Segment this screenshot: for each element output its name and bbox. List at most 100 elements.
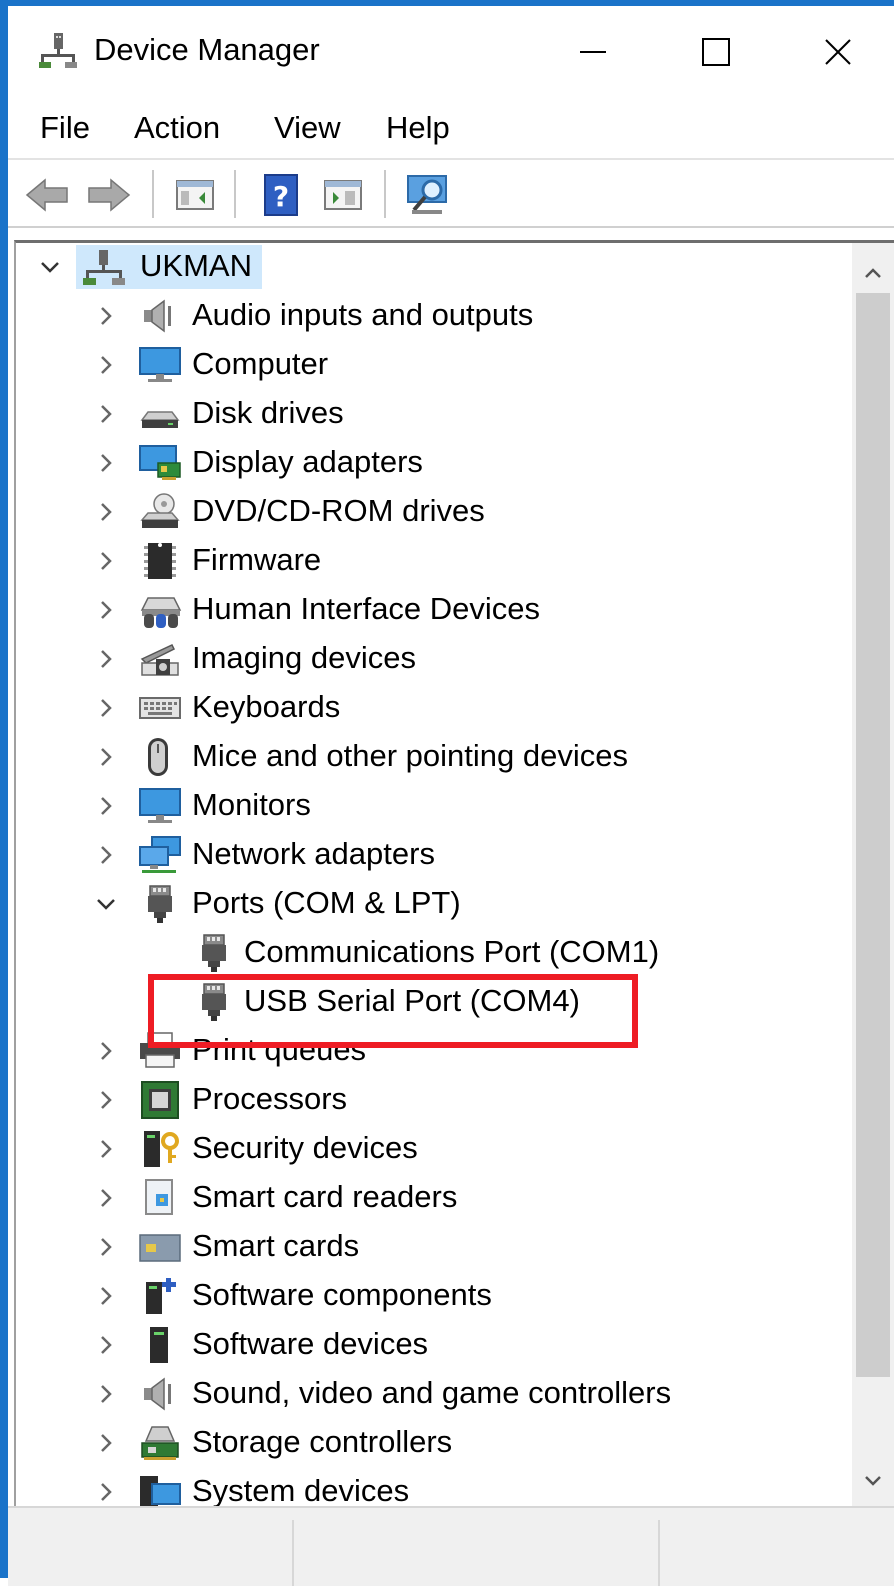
update-driver-icon: [324, 180, 362, 210]
chevron-right-icon[interactable]: [92, 400, 120, 428]
tree-root-ukman[interactable]: UKMAN: [16, 243, 852, 291]
chevron-down-icon: [865, 1476, 881, 1486]
minimize-button[interactable]: [553, 24, 633, 80]
forward-button[interactable]: [86, 172, 132, 218]
chevron-right-icon[interactable]: [92, 1282, 120, 1310]
chevron-right-icon[interactable]: [92, 645, 120, 673]
tree-item-label: Monitors: [192, 787, 311, 822]
chevron-right-icon[interactable]: [92, 792, 120, 820]
tree-item-label: Audio inputs and outputs: [192, 297, 534, 332]
software-device-icon: [150, 1327, 168, 1363]
chevron-right-icon[interactable]: [92, 1135, 120, 1163]
tree-item-label: Human Interface Devices: [192, 591, 541, 626]
tree-item-label: DVD/CD-ROM drives: [192, 493, 485, 528]
chevron-down-icon[interactable]: [36, 253, 64, 281]
tree-item-software-components[interactable]: Software components: [16, 1272, 852, 1320]
properties-pane-button[interactable]: [172, 172, 218, 218]
svg-text:?: ?: [273, 180, 289, 213]
tree-item-smart-card-readers[interactable]: Smart card readers: [16, 1174, 852, 1222]
scroll-down-button[interactable]: [852, 1459, 894, 1503]
tree-item-disk-drives[interactable]: Disk drives: [16, 390, 852, 438]
tree-item-processors[interactable]: Processors: [16, 1076, 852, 1124]
chevron-right-icon[interactable]: [92, 841, 120, 869]
scroll-up-button[interactable]: [852, 251, 894, 295]
tree-item-label: Processors: [192, 1081, 348, 1116]
chevron-up-icon: [865, 268, 881, 278]
window-title: Device Manager: [94, 32, 320, 67]
tree-item-label: Mice and other pointing devices: [192, 738, 628, 773]
tree-item-communications-port-com1[interactable]: Communications Port (COM1): [16, 929, 852, 977]
chevron-right-icon[interactable]: [92, 1086, 120, 1114]
tree-item-smart-cards[interactable]: Smart cards: [16, 1223, 852, 1271]
tree-item-keyboards[interactable]: Keyboards: [16, 684, 852, 732]
forward-icon: [88, 178, 131, 212]
chevron-right-icon[interactable]: [92, 1037, 120, 1065]
chevron-right-icon[interactable]: [92, 449, 120, 477]
chevron-right-icon[interactable]: [92, 1233, 120, 1261]
tree-item-computer[interactable]: Computer: [16, 341, 852, 389]
tree-item-label: Network adapters: [192, 836, 435, 871]
tree-item-monitors[interactable]: Monitors: [16, 782, 852, 830]
tree-item-dvd-cdrom-drives[interactable]: DVD/CD-ROM drives: [16, 488, 852, 536]
chevron-right-icon[interactable]: [92, 743, 120, 771]
tree-item-network-adapters[interactable]: Network adapters: [16, 831, 852, 879]
firmware-chip-icon: [144, 543, 176, 579]
chevron-right-icon[interactable]: [92, 694, 120, 722]
chevron-right-icon[interactable]: [92, 1478, 120, 1506]
tree-item-label: System devices: [192, 1473, 410, 1507]
tree-item-label: Software devices: [192, 1326, 429, 1361]
tree-item-sound-video-game-controllers[interactable]: Sound, video and game controllers: [16, 1370, 852, 1418]
scan-hardware-button[interactable]: [406, 172, 452, 218]
tree-item-display-adapters[interactable]: Display adapters: [16, 439, 852, 487]
update-driver-button[interactable]: [320, 172, 366, 218]
tree-item-ports[interactable]: Ports (COM & LPT): [16, 880, 852, 928]
hid-icon: [140, 597, 182, 628]
tree-item-system-devices[interactable]: System devices: [16, 1468, 852, 1507]
menu-view[interactable]: View: [274, 110, 341, 146]
close-button[interactable]: [798, 24, 878, 80]
vertical-scrollbar[interactable]: [852, 240, 894, 1507]
chevron-right-icon[interactable]: [92, 596, 120, 624]
tree-item-security-devices[interactable]: Security devices: [16, 1125, 852, 1173]
smart-card-icon: [139, 1234, 181, 1262]
menu-file[interactable]: File: [40, 110, 90, 146]
chevron-right-icon[interactable]: [92, 1380, 120, 1408]
minimize-icon: [580, 51, 606, 53]
chevron-right-icon[interactable]: [92, 351, 120, 379]
back-button[interactable]: [24, 172, 70, 218]
chevron-right-icon[interactable]: [92, 1429, 120, 1457]
display-adapter-icon: [139, 445, 181, 480]
chevron-right-icon[interactable]: [92, 302, 120, 330]
tree-item-audio-inputs-outputs[interactable]: Audio inputs and outputs: [16, 292, 852, 340]
device-manager-window: Device Manager File Action View Help ? U…: [0, 0, 894, 1586]
chevron-down-icon[interactable]: [92, 890, 120, 918]
device-tree[interactable]: UKMAN Audio inputs and outputs Computer: [14, 240, 854, 1507]
chevron-right-icon[interactable]: [92, 498, 120, 526]
tree-item-label: Disk drives: [192, 395, 344, 430]
menu-action[interactable]: Action: [134, 110, 220, 146]
chevron-right-icon[interactable]: [92, 1331, 120, 1359]
menu-help[interactable]: Help: [386, 110, 450, 146]
tree-root-label: UKMAN: [140, 248, 252, 283]
title-bar[interactable]: Device Manager: [8, 6, 894, 98]
security-key-icon: [144, 1131, 179, 1167]
close-icon: [825, 39, 851, 65]
tree-item-mice[interactable]: Mice and other pointing devices: [16, 733, 852, 781]
tree-item-imaging-devices[interactable]: Imaging devices: [16, 635, 852, 683]
tree-item-firmware[interactable]: Firmware: [16, 537, 852, 585]
port-connector-icon: [148, 885, 172, 923]
maximize-button[interactable]: [676, 24, 756, 80]
help-button[interactable]: ?: [258, 172, 304, 218]
device-manager-icon: [39, 33, 77, 68]
tree-item-software-devices[interactable]: Software devices: [16, 1321, 852, 1369]
tree-item-storage-controllers[interactable]: Storage controllers: [16, 1419, 852, 1467]
disk-drive-icon: [140, 411, 180, 428]
tree-item-human-interface-devices[interactable]: Human Interface Devices: [16, 586, 852, 634]
chevron-right-icon[interactable]: [92, 547, 120, 575]
scrollbar-thumb[interactable]: [856, 293, 890, 1377]
scan-hardware-icon: [407, 175, 447, 214]
back-icon: [25, 178, 68, 212]
port-connector-icon: [202, 934, 226, 972]
chevron-right-icon[interactable]: [92, 1184, 120, 1212]
tree-item-label: Display adapters: [192, 444, 423, 479]
